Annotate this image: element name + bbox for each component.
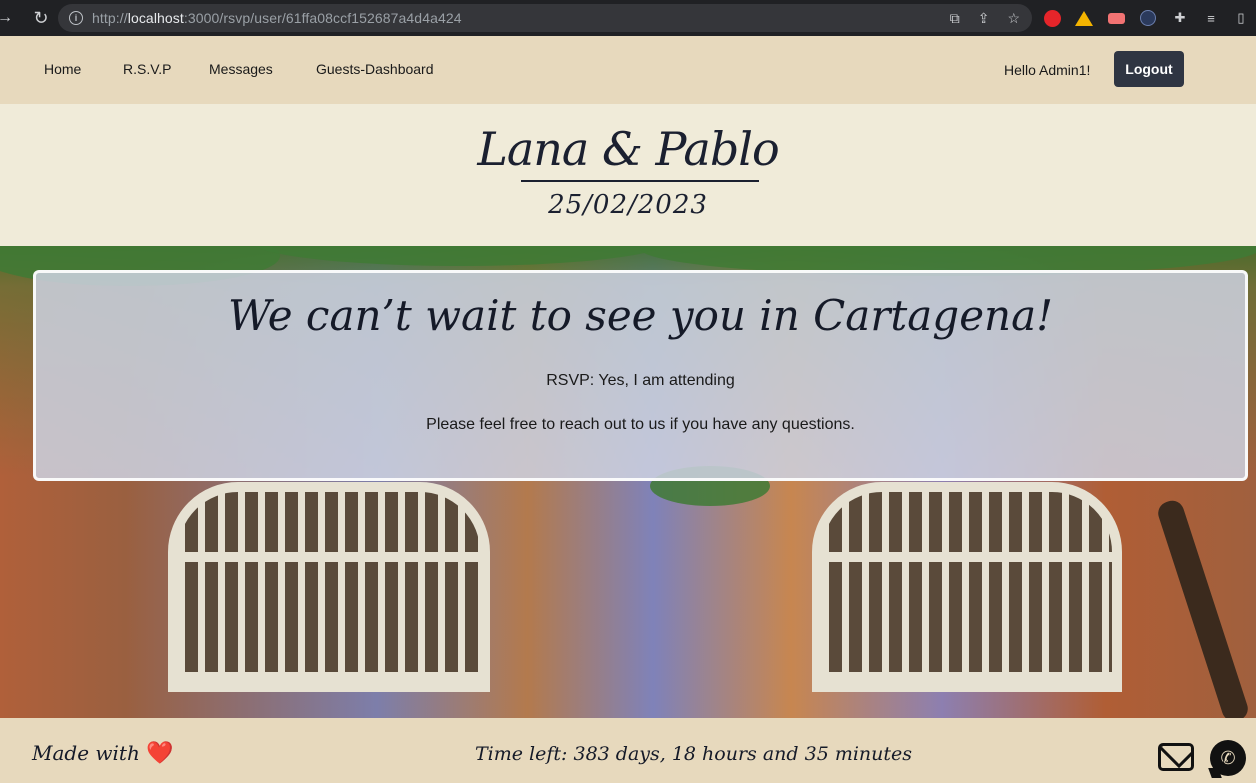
extensions-puzzle-icon[interactable]: ✚	[1170, 8, 1190, 28]
nav-guests-dashboard-link[interactable]: Guests-Dashboard	[316, 61, 434, 77]
contact-message-text: Please feel free to reach out to us if y…	[426, 416, 855, 433]
made-with-text: Made with ❤️	[32, 741, 174, 766]
window-grille-right	[812, 482, 1122, 692]
navbar: Home R.S.V.P Messages Guests-Dashboard H…	[0, 36, 1256, 104]
extension-red-icon[interactable]	[1042, 8, 1062, 28]
share-icon[interactable]: ⇪	[978, 10, 990, 27]
footer: Made with ❤️ Time left: 383 days, 18 hou…	[0, 718, 1256, 783]
browser-toolbar: → ↻ i http://localhost:3000/rsvp/user/61…	[0, 0, 1256, 36]
bookmark-star-icon[interactable]: ☆	[1007, 10, 1020, 27]
open-external-icon[interactable]: ⧉	[950, 10, 960, 27]
profile-extension-icon[interactable]	[1138, 8, 1158, 28]
nav-rsvp-link[interactable]: R.S.V.P	[123, 61, 172, 77]
vine-decoration	[250, 246, 670, 266]
media-queue-icon[interactable]: ≡	[1201, 8, 1221, 28]
address-bar[interactable]: i http://localhost:3000/rsvp/user/61ffa0…	[58, 4, 1032, 32]
reload-icon[interactable]: ↻	[30, 8, 52, 29]
rsvp-status-text: RSVP: Yes, I am attending	[546, 372, 735, 389]
logout-button[interactable]: Logout	[1114, 51, 1184, 87]
countdown-text: Time left: 383 days, 18 hours and 35 min…	[475, 743, 913, 765]
side-panel-icon[interactable]: ▯	[1231, 8, 1251, 28]
drive-extension-icon[interactable]	[1074, 8, 1094, 28]
email-icon[interactable]	[1158, 743, 1194, 771]
window-grille-left	[168, 482, 490, 692]
site-info-icon[interactable]: i	[69, 11, 83, 25]
recorder-extension-icon[interactable]	[1106, 8, 1126, 28]
greeting-text: Hello Admin1!	[1004, 62, 1091, 78]
back-arrow-icon[interactable]: →	[0, 9, 16, 27]
page-header: Lana & Pablo 25/02/2023	[0, 104, 1256, 246]
url-text[interactable]: http://localhost:3000/rsvp/user/61ffa08c…	[92, 10, 462, 26]
wedding-date: 25/02/2023	[548, 190, 708, 220]
nav-messages-link[interactable]: Messages	[209, 61, 273, 77]
nav-home-link[interactable]: Home	[44, 61, 81, 77]
whatsapp-icon[interactable]: ✆	[1210, 740, 1246, 776]
tree-branch	[1155, 497, 1251, 718]
card-heading: We can’t wait to see you in Cartagena!	[227, 291, 1054, 340]
couple-names: Lana & Pablo	[477, 122, 779, 176]
title-underline	[521, 180, 759, 182]
rsvp-confirmation-card: We can’t wait to see you in Cartagena! R…	[33, 270, 1248, 481]
heart-icon: ❤️	[146, 741, 174, 766]
